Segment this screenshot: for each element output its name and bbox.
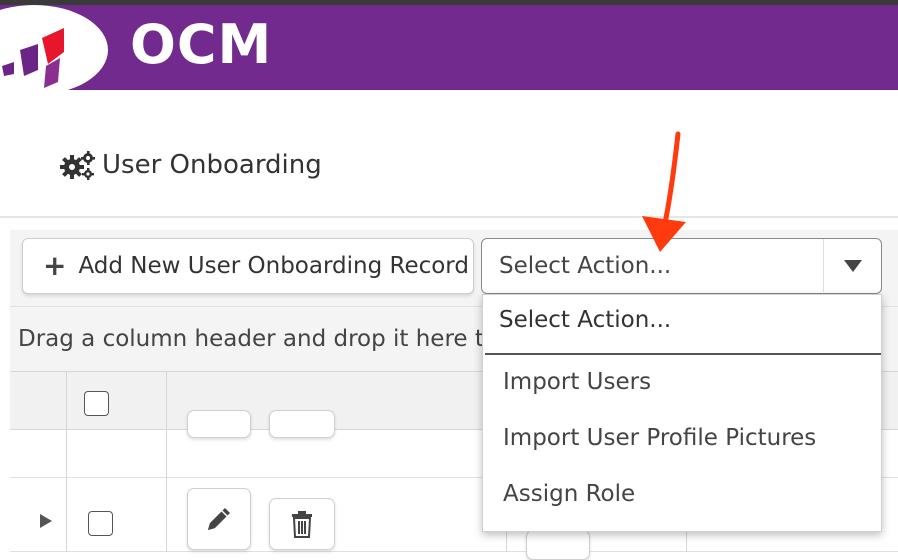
row-checkbox[interactable] <box>88 511 113 536</box>
add-new-record-button[interactable]: + Add New User Onboarding Record <box>22 238 474 294</box>
column-divider <box>66 478 67 552</box>
caret-down-icon[interactable] <box>823 239 881 292</box>
caret-right-icon[interactable] <box>40 514 52 528</box>
select-all-checkbox[interactable] <box>84 391 109 416</box>
edit-button[interactable] <box>187 488 251 550</box>
select-action-value: Select Action... <box>499 253 672 279</box>
option-select-action[interactable]: Select Action... <box>483 307 881 333</box>
plus-icon: + <box>43 249 67 282</box>
select-action-options: Select Action... Import Users Import Use… <box>482 294 882 532</box>
column-divider <box>66 430 67 478</box>
delete-button[interactable] <box>269 410 335 438</box>
page-title-text: User Onboarding <box>102 150 322 180</box>
option-separator <box>485 353 881 355</box>
brand-name: OCM <box>130 13 273 76</box>
column-divider <box>166 478 167 552</box>
app-header: OCM <box>0 5 898 95</box>
option-import-users[interactable]: Import Users <box>483 369 881 395</box>
option-import-profile-pictures[interactable]: Import User Profile Pictures <box>483 425 881 451</box>
logo-icon <box>2 28 64 88</box>
page-title: User Onboarding <box>60 150 322 180</box>
row-action-button[interactable] <box>526 530 590 560</box>
column-divider <box>166 430 167 478</box>
gears-icon <box>60 151 95 180</box>
column-divider <box>66 372 67 430</box>
option-assign-role[interactable]: Assign Role <box>483 481 881 507</box>
select-action-dropdown[interactable]: Select Action... <box>481 238 882 294</box>
group-by-hint: Drag a column header and drop it here to… <box>18 326 520 352</box>
pencil-icon <box>208 508 230 530</box>
edit-button[interactable] <box>187 410 251 438</box>
column-divider <box>166 372 167 430</box>
delete-button[interactable] <box>269 498 335 550</box>
section-divider <box>0 216 898 218</box>
add-new-record-label: Add New User Onboarding Record <box>78 253 469 279</box>
trash-icon <box>292 511 312 538</box>
